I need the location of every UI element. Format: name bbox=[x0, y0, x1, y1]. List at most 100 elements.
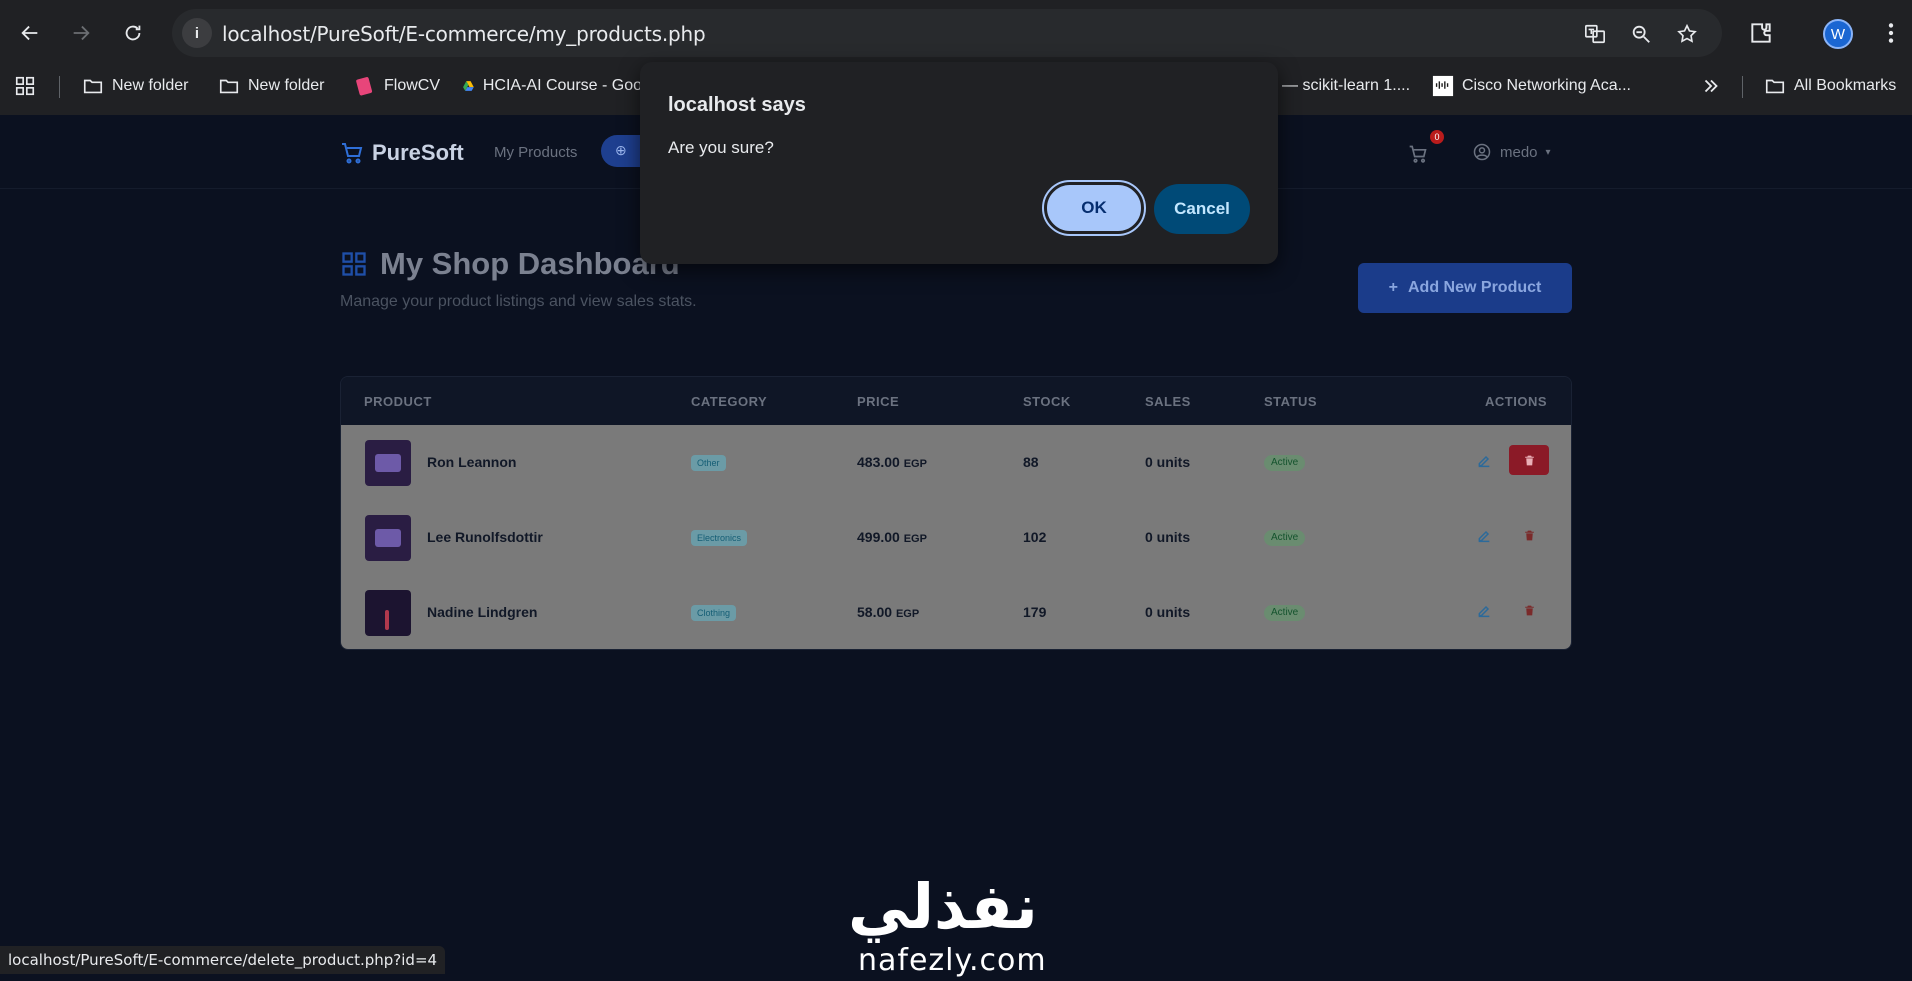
chevron-down-icon: ▾ bbox=[1545, 146, 1551, 158]
col-product: PRODUCT bbox=[364, 394, 432, 409]
all-bookmarks[interactable]: All Bookmarks bbox=[1764, 74, 1896, 98]
table-row: Nadine Lindgren Clothing 58.00 EGP 179 0… bbox=[341, 575, 1571, 649]
folder-icon bbox=[1765, 79, 1785, 94]
product-thumbnail bbox=[365, 515, 411, 561]
product-sales: 0 units bbox=[1145, 604, 1191, 620]
watermark-arabic: نفذلي bbox=[848, 870, 1038, 943]
url-text[interactable]: localhost/PureSoft/E-commerce/my_product… bbox=[222, 22, 706, 46]
product-stock: 88 bbox=[1023, 454, 1039, 470]
status-badge: Active bbox=[1264, 605, 1306, 621]
bookmark-label: New folder bbox=[112, 77, 189, 94]
folder-icon bbox=[219, 79, 239, 94]
trash-icon bbox=[1524, 605, 1534, 615]
dialog-message: Are you sure? bbox=[668, 138, 774, 157]
user-menu[interactable]: medo ▾ bbox=[1472, 142, 1551, 162]
ok-button[interactable]: OK bbox=[1042, 180, 1146, 236]
site-info-icon[interactable]: i bbox=[182, 18, 212, 48]
bookmark-label: FlowCV bbox=[384, 77, 441, 94]
bookmarks-divider bbox=[1742, 76, 1743, 98]
category-badge: Other bbox=[691, 455, 726, 471]
product-name: Lee Runolfsdottir bbox=[427, 529, 543, 545]
page-subtitle: Manage your product listings and view sa… bbox=[340, 293, 697, 310]
col-actions: ACTIONS bbox=[1485, 394, 1547, 409]
delete-button[interactable] bbox=[1509, 445, 1549, 475]
col-status: STATUS bbox=[1264, 394, 1318, 409]
bookmark-hcia[interactable]: HCIA-AI Course - Goo bbox=[462, 74, 642, 98]
extensions-icon[interactable] bbox=[1748, 20, 1774, 46]
product-price: 499.00 EGP bbox=[857, 529, 927, 545]
profile-avatar[interactable]: W bbox=[1823, 19, 1853, 49]
product-sales: 0 units bbox=[1145, 529, 1191, 545]
status-badge: Active bbox=[1264, 530, 1306, 546]
bookmarks-divider bbox=[59, 76, 60, 98]
reload-icon[interactable] bbox=[115, 15, 151, 51]
edit-icon[interactable] bbox=[1476, 528, 1492, 544]
plus-icon: + bbox=[1388, 279, 1398, 296]
cart-logo-icon bbox=[342, 143, 363, 164]
folder-icon bbox=[83, 79, 103, 94]
product-stock: 179 bbox=[1023, 604, 1047, 620]
product-price: 483.00 EGP bbox=[857, 454, 927, 470]
apps-grid-icon[interactable] bbox=[14, 74, 36, 98]
bookmark-label: New folder bbox=[248, 77, 325, 94]
delete-button[interactable] bbox=[1509, 595, 1549, 625]
edit-icon[interactable] bbox=[1476, 453, 1492, 469]
nav-my-products[interactable]: My Products bbox=[494, 144, 577, 161]
user-circle-icon bbox=[1473, 143, 1491, 161]
watermark-logo: نفذلي nafezly.com bbox=[848, 870, 1064, 980]
flowcv-icon bbox=[356, 77, 373, 96]
username: medo bbox=[1500, 143, 1538, 161]
bookmark-cisco[interactable]: Cisco Networking Aca... bbox=[1432, 74, 1631, 98]
cancel-button[interactable]: Cancel bbox=[1154, 184, 1250, 234]
watermark-latin: nafezly.com bbox=[858, 943, 1047, 978]
all-bookmarks-label: All Bookmarks bbox=[1794, 77, 1897, 94]
product-name: Nadine Lindgren bbox=[427, 604, 538, 620]
product-name: Ron Leannon bbox=[427, 454, 517, 470]
back-icon[interactable] bbox=[12, 15, 48, 51]
table-body: Ron Leannon Other 483.00 EGP 88 0 units … bbox=[341, 425, 1571, 649]
status-badge: Active bbox=[1264, 455, 1306, 471]
bookmark-label: Cisco Networking Aca... bbox=[1462, 77, 1631, 94]
link-status-bar: localhost/PureSoft/E-commerce/delete_pro… bbox=[0, 946, 446, 974]
delete-button[interactable] bbox=[1509, 520, 1549, 550]
add-product-label: Add New Product bbox=[1408, 279, 1542, 296]
trash-icon bbox=[1524, 455, 1534, 465]
bookmark-label: HCIA-AI Course - Goo bbox=[482, 77, 642, 94]
bookmark-flowcv[interactable]: FlowCV bbox=[354, 74, 440, 98]
bookmark-folder-1[interactable]: New folder bbox=[82, 74, 188, 98]
product-thumbnail bbox=[365, 590, 411, 636]
menu-kebab-icon[interactable] bbox=[1878, 20, 1904, 46]
translate-icon[interactable] bbox=[1584, 23, 1606, 45]
bookmark-label: — scikit-learn 1.... bbox=[1282, 77, 1411, 94]
cart-count-badge: 0 bbox=[1430, 130, 1444, 144]
address-bar[interactable]: i localhost/PureSoft/E-commerce/my_produ… bbox=[172, 9, 1722, 57]
category-badge: Clothing bbox=[691, 605, 737, 621]
google-drive-icon bbox=[463, 81, 474, 91]
browser-toolbar: i localhost/PureSoft/E-commerce/my_produ… bbox=[0, 0, 1912, 66]
bookmark-scikit[interactable]: — scikit-learn 1.... bbox=[1282, 74, 1410, 98]
edit-icon[interactable] bbox=[1476, 603, 1492, 619]
table-row: Ron Leannon Other 483.00 EGP 88 0 units … bbox=[341, 425, 1571, 500]
forward-icon[interactable] bbox=[63, 15, 99, 51]
brand-logo[interactable]: PureSoft bbox=[340, 140, 464, 166]
more-bookmarks-icon[interactable] bbox=[1700, 74, 1722, 98]
cart-icon[interactable] bbox=[1408, 144, 1428, 164]
bookmark-star-icon[interactable] bbox=[1676, 23, 1698, 45]
product-price: 58.00 EGP bbox=[857, 604, 920, 620]
add-product-button[interactable]: + Add New Product bbox=[1358, 263, 1572, 313]
grid-icon bbox=[342, 252, 366, 276]
page-title: My Shop Dashboard bbox=[340, 246, 680, 282]
brand-name: PureSoft bbox=[372, 140, 464, 165]
product-thumbnail bbox=[365, 440, 411, 486]
col-stock: STOCK bbox=[1023, 394, 1071, 409]
bookmark-folder-2[interactable]: New folder bbox=[218, 74, 324, 98]
col-category: CATEGORY bbox=[691, 394, 768, 409]
zoom-icon[interactable] bbox=[1630, 23, 1652, 45]
cisco-icon bbox=[1432, 75, 1454, 97]
product-stock: 102 bbox=[1023, 529, 1047, 545]
col-price: PRICE bbox=[857, 394, 900, 409]
dialog-title: localhost says bbox=[668, 94, 806, 116]
table-header: PRODUCT CATEGORY PRICE STOCK SALES STATU… bbox=[341, 377, 1571, 425]
products-table: PRODUCT CATEGORY PRICE STOCK SALES STATU… bbox=[340, 376, 1572, 650]
page-title-text: My Shop Dashboard bbox=[380, 246, 680, 281]
